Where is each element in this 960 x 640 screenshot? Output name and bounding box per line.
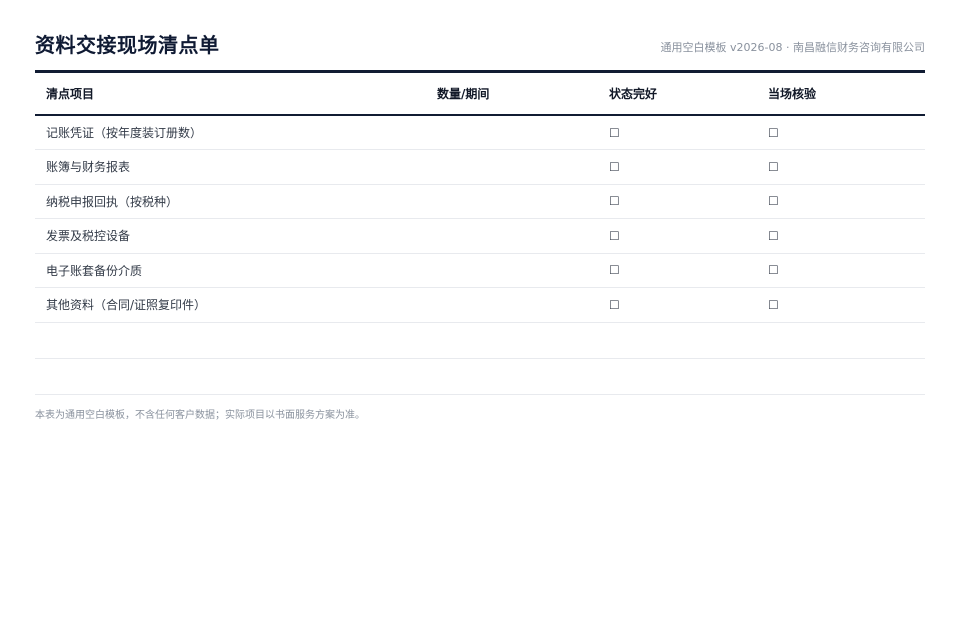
row-item-label: 记账凭证（按年度装订册数） bbox=[35, 115, 437, 150]
verified-checkbox[interactable]: ☐ bbox=[768, 298, 779, 312]
blank-verified-cell[interactable] bbox=[768, 358, 925, 395]
column-header-verified: 当场核验 bbox=[768, 73, 925, 116]
blank-item-cell[interactable] bbox=[35, 322, 437, 359]
checklist-table: 清点项目 数量/期间 状态完好 当场核验 记账凭证（按年度装订册数） ☐ ☐ 账… bbox=[35, 73, 925, 395]
verified-checkbox[interactable]: ☐ bbox=[768, 229, 779, 243]
column-header-condition: 状态完好 bbox=[609, 73, 768, 116]
table-row: 账簿与财务报表 ☐ ☐ bbox=[35, 149, 925, 185]
condition-checkbox[interactable]: ☐ bbox=[609, 160, 620, 174]
condition-checkbox[interactable]: ☐ bbox=[609, 263, 620, 277]
row-item-label: 纳税申报回执（按税种） bbox=[35, 184, 437, 219]
row-quantity-cell[interactable] bbox=[437, 287, 609, 323]
table-row: 发票及税控设备 ☐ ☐ bbox=[35, 218, 925, 254]
blank-row bbox=[35, 358, 925, 395]
page-title: 资料交接现场清点单 bbox=[35, 33, 220, 57]
table-row: 纳税申报回执（按税种） ☐ ☐ bbox=[35, 184, 925, 219]
row-quantity-cell[interactable] bbox=[437, 253, 609, 288]
footer-note: 本表为通用空白模板，不含任何客户数据；实际项目以书面服务方案为准。 bbox=[35, 409, 365, 421]
blank-quantity-cell[interactable] bbox=[437, 358, 609, 395]
page-header: 资料交接现场清点单 通用空白模板 v2026-08 · 南昌融信财务咨询有限公司 bbox=[35, 0, 925, 73]
row-quantity-cell[interactable] bbox=[437, 184, 609, 219]
blank-quantity-cell[interactable] bbox=[437, 322, 609, 359]
row-item-label: 其他资料（合同/证照复印件） bbox=[35, 287, 437, 323]
condition-checkbox[interactable]: ☐ bbox=[609, 194, 620, 208]
column-header-item: 清点项目 bbox=[35, 73, 437, 116]
table-row: 电子账套备份介质 ☐ ☐ bbox=[35, 253, 925, 288]
table-row: 记账凭证（按年度装订册数） ☐ ☐ bbox=[35, 115, 925, 150]
blank-verified-cell[interactable] bbox=[768, 322, 925, 359]
blank-row bbox=[35, 322, 925, 359]
row-item-label: 账簿与财务报表 bbox=[35, 149, 437, 185]
column-header-quantity: 数量/期间 bbox=[437, 73, 609, 116]
verified-checkbox[interactable]: ☐ bbox=[768, 263, 779, 277]
condition-checkbox[interactable]: ☐ bbox=[609, 229, 620, 243]
condition-checkbox[interactable]: ☐ bbox=[609, 126, 620, 140]
verified-checkbox[interactable]: ☐ bbox=[768, 194, 779, 208]
condition-checkbox[interactable]: ☐ bbox=[609, 298, 620, 312]
blank-item-cell[interactable] bbox=[35, 358, 437, 395]
row-quantity-cell[interactable] bbox=[437, 115, 609, 150]
table-header-row: 清点项目 数量/期间 状态完好 当场核验 bbox=[35, 73, 925, 116]
blank-condition-cell[interactable] bbox=[609, 358, 768, 395]
table-row: 其他资料（合同/证照复印件） ☐ ☐ bbox=[35, 287, 925, 323]
checklist-page: 资料交接现场清点单 通用空白模板 v2026-08 · 南昌融信财务咨询有限公司… bbox=[0, 0, 960, 640]
row-item-label: 发票及税控设备 bbox=[35, 218, 437, 254]
row-quantity-cell[interactable] bbox=[437, 149, 609, 185]
template-meta: 通用空白模板 v2026-08 · 南昌融信财务咨询有限公司 bbox=[660, 41, 925, 54]
verified-checkbox[interactable]: ☐ bbox=[768, 160, 779, 174]
row-quantity-cell[interactable] bbox=[437, 218, 609, 254]
blank-condition-cell[interactable] bbox=[609, 322, 768, 359]
row-item-label: 电子账套备份介质 bbox=[35, 253, 437, 288]
verified-checkbox[interactable]: ☐ bbox=[768, 126, 779, 140]
